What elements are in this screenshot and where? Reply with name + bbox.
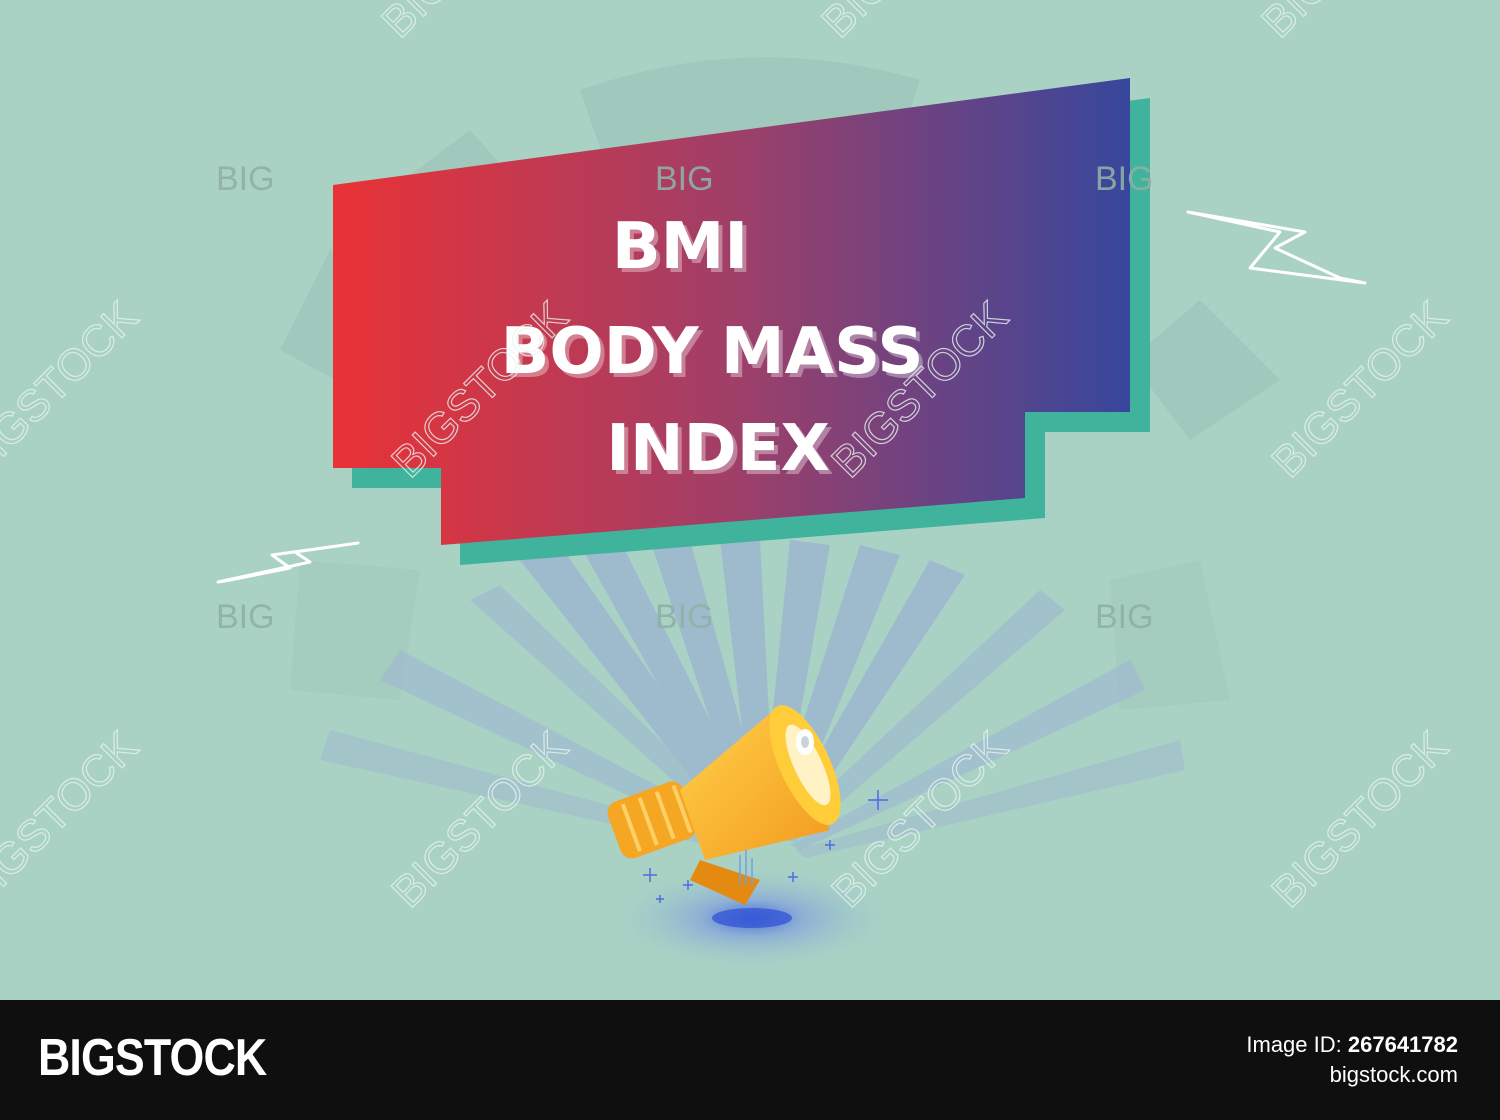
- bigstock-logo: BIGSTOCK: [38, 1029, 267, 1087]
- image-id-value: 267641782: [1347, 1032, 1458, 1057]
- svg-text:BIG: BIG: [216, 160, 275, 198]
- svg-text:BIGSTOCK: BIGSTOCK: [0, 292, 147, 487]
- headline-line-3: INDEX: [606, 412, 830, 486]
- illustration: BMI BMI BODY MASS BODY MASS INDEX INDEX: [0, 0, 1458, 973]
- svg-text:BIG: BIG: [655, 598, 714, 636]
- svg-text:BIG: BIG: [1095, 598, 1154, 636]
- stock-image: BMI BMI BODY MASS BODY MASS INDEX INDEX: [0, 0, 1500, 1120]
- site-url: bigstock.com: [1329, 1062, 1458, 1087]
- svg-text:BIG: BIG: [655, 160, 714, 198]
- svg-text:BIGSTOCK: BIGSTOCK: [812, 0, 1007, 47]
- footer-bar: BIGSTOCK Image ID: 267641782 bigstock.co…: [0, 1000, 1500, 1120]
- image-id-label: Image ID:: [1246, 1032, 1342, 1057]
- svg-text:BIGSTOCK: BIGSTOCK: [0, 722, 147, 917]
- headline-line-1: BMI: [612, 210, 748, 284]
- svg-text:BIG: BIG: [1095, 160, 1154, 198]
- svg-text:BIGSTOCK: BIGSTOCK: [382, 722, 577, 917]
- svg-text:BIGSTOCK: BIGSTOCK: [1262, 722, 1457, 917]
- svg-text:BIGSTOCK: BIGSTOCK: [1252, 0, 1447, 47]
- svg-text:BIG: BIG: [216, 598, 275, 636]
- lightning-bolt-right-icon: [1186, 210, 1367, 285]
- image-id-line: Image ID: 267641782: [1246, 1030, 1458, 1060]
- svg-text:BIGSTOCK: BIGSTOCK: [372, 0, 567, 47]
- svg-text:BIGSTOCK: BIGSTOCK: [1262, 292, 1457, 487]
- image-meta: Image ID: 267641782 bigstock.com: [1246, 1030, 1458, 1090]
